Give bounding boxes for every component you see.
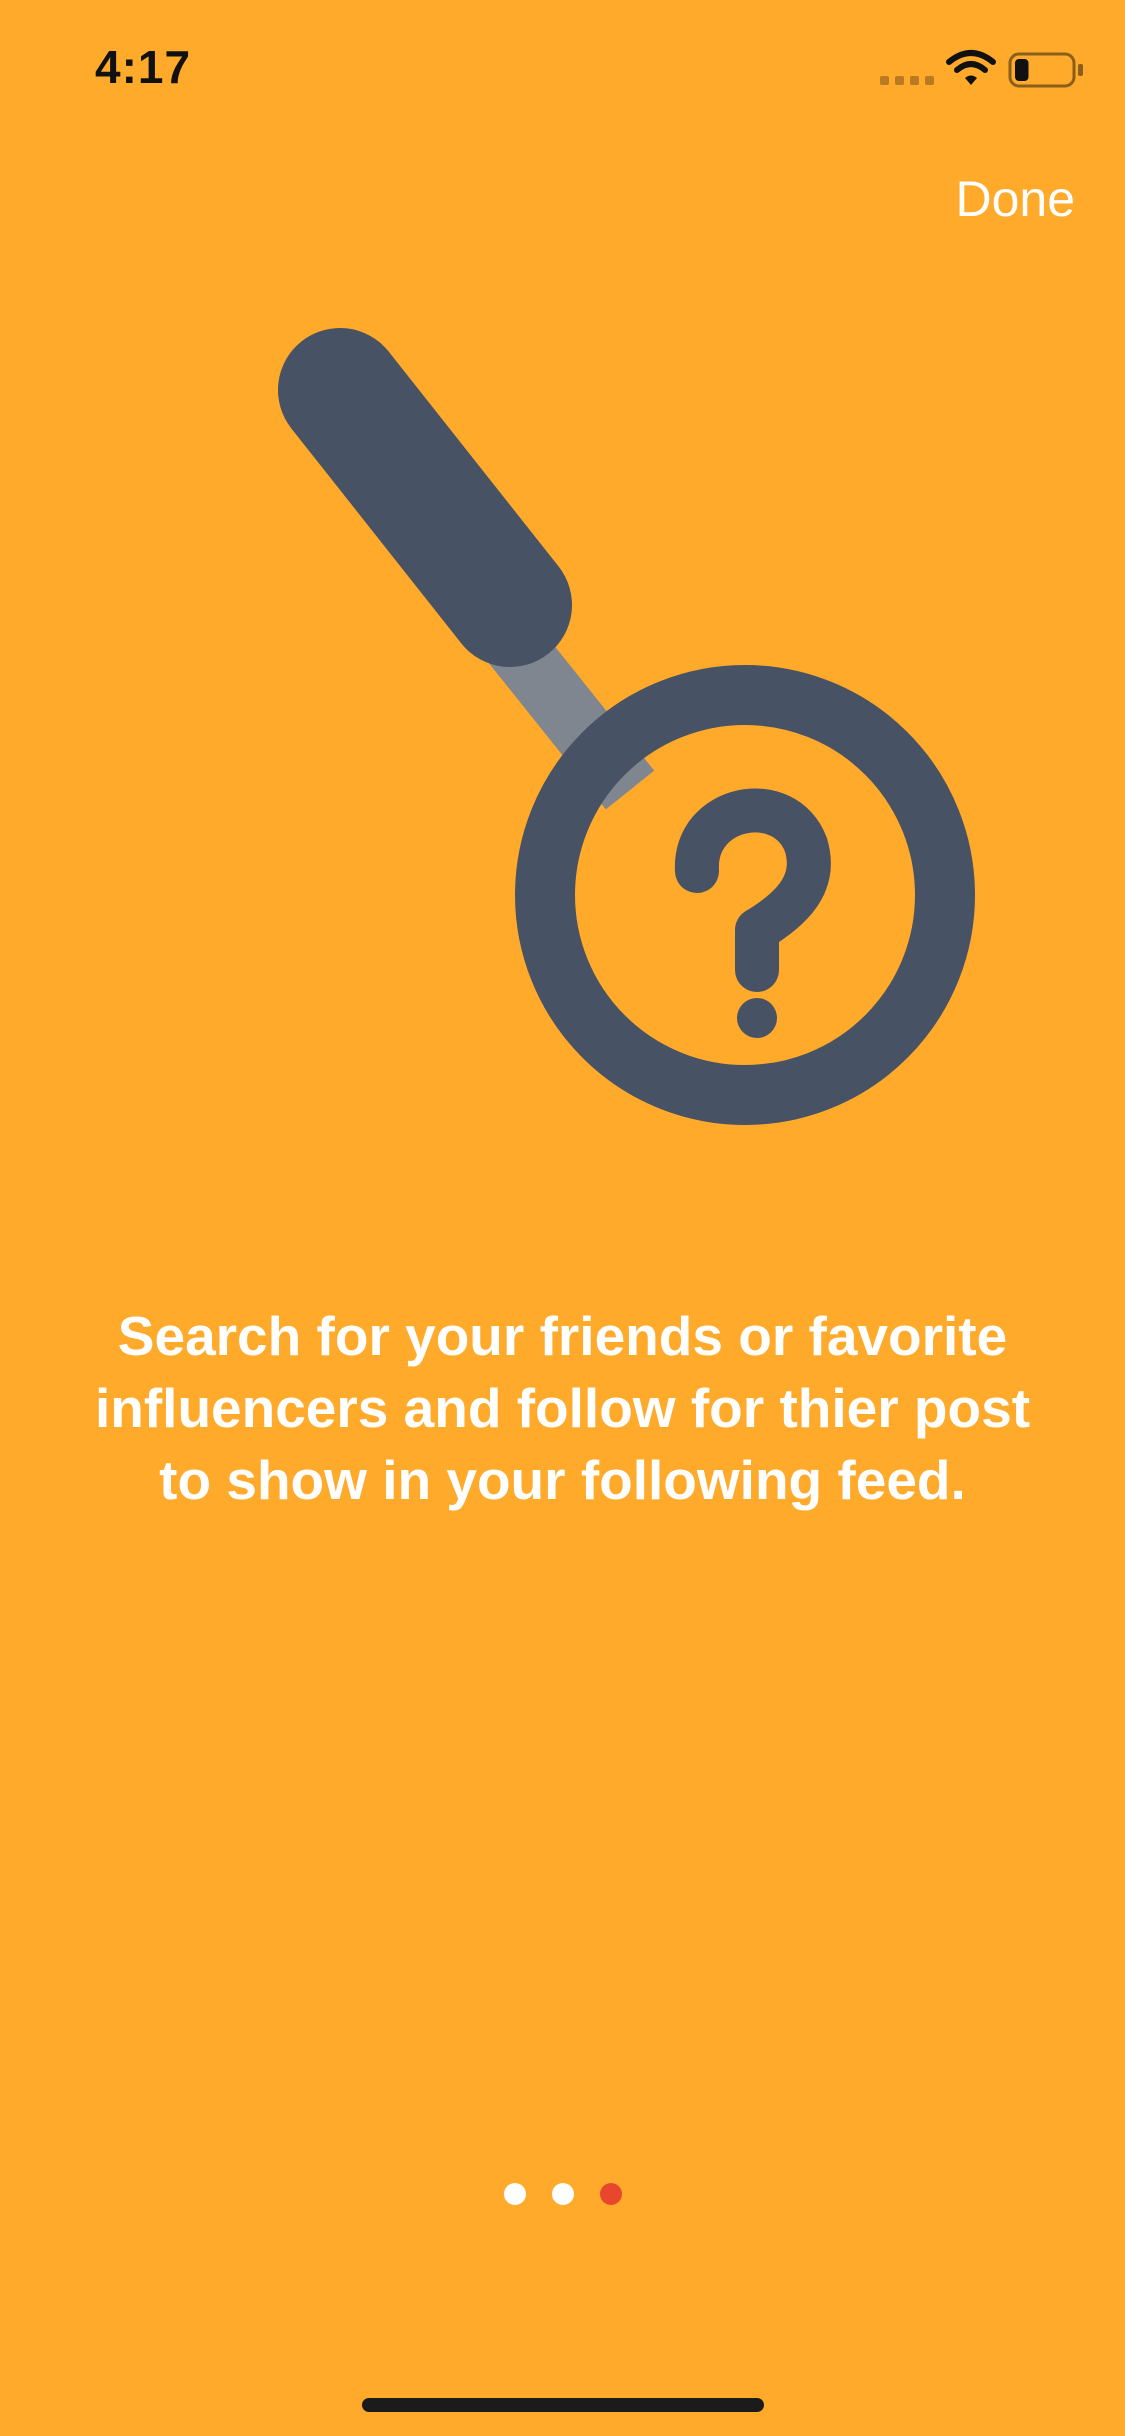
page-indicator[interactable]: [0, 2183, 1125, 2205]
battery-icon: [1008, 52, 1083, 88]
page-dot-1[interactable]: [503, 2183, 526, 2205]
page-dot-2[interactable]: [551, 2183, 574, 2205]
status-bar: 4:17: [0, 0, 1125, 140]
wifi-icon: [946, 50, 996, 85]
page-dot-3[interactable]: [599, 2183, 622, 2205]
cellular-signal-icon: [880, 76, 934, 85]
status-time: 4:17: [95, 41, 192, 93]
done-button[interactable]: Done: [955, 170, 1075, 228]
home-indicator[interactable]: [362, 2398, 764, 2412]
magnifying-glass-question-icon: [278, 328, 975, 1125]
onboarding-description: Search for your friends or favorite infl…: [94, 1305, 1031, 1511]
